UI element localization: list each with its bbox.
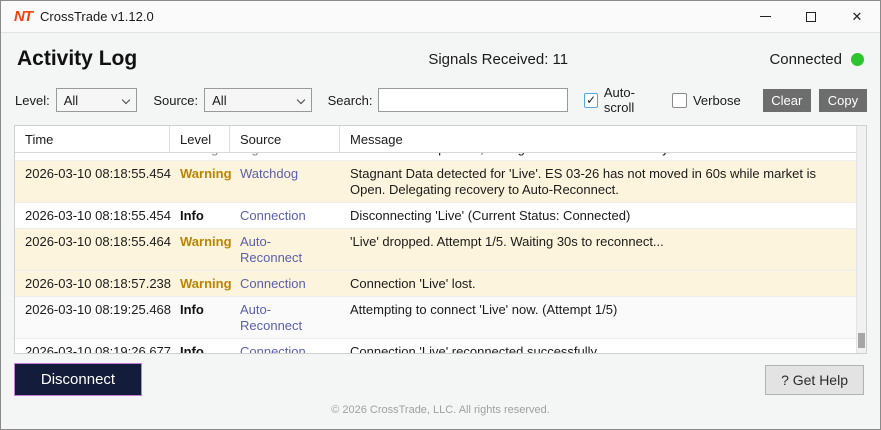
log-time: 2026-03-10 08:19:25.468 (15, 297, 170, 338)
log-rows: 2026-03-10 08:18:55.454WarningWatchdogSt… (15, 161, 866, 354)
log-message: cancellation requested, exiting Graceful… (340, 153, 866, 161)
get-help-button[interactable]: ? Get Help (765, 365, 864, 395)
log-message: Attempting to connect 'Live' now. (Attem… (340, 297, 866, 338)
activity-log-table: Time Level Source Message 2026-03-10 08:… (14, 125, 867, 354)
level-filter-value: All (64, 93, 78, 108)
chevron-down-icon (296, 96, 304, 104)
app-logo-icon: NT (14, 8, 32, 25)
status-dot-icon (851, 53, 864, 66)
verbose-label: Verbose (693, 93, 741, 108)
log-source: Signal (230, 153, 340, 161)
log-source: Connection (230, 339, 340, 354)
log-message: Disconnecting 'Live' (Current Status: Co… (340, 203, 866, 228)
log-level: Warning (170, 161, 230, 202)
log-level: Warning (170, 229, 230, 270)
search-label: Search: (328, 93, 373, 108)
log-row[interactable]: 2026-03-10 08:18:55.454InfoConnectionDis… (15, 203, 866, 229)
app-window: NT CrossTrade v1.12.0 ✕ Activity Log Sig… (0, 0, 881, 430)
log-message: Connection 'Live' lost. (340, 271, 866, 296)
copy-button[interactable]: Copy (819, 89, 867, 112)
clear-button[interactable]: Clear (763, 89, 811, 112)
log-time: 2026-03-10 08:19:26.677 (15, 339, 170, 354)
close-button[interactable]: ✕ (834, 1, 880, 33)
log-row[interactable]: 2026-03-10 08:19:25.468InfoAuto-Reconnec… (15, 297, 866, 339)
source-filter-dropdown[interactable]: All (204, 88, 312, 112)
source-filter-label: Source: (153, 93, 198, 108)
log-time: 2026-03-10 08:18:55.454 (15, 203, 170, 228)
connection-status: Connected (769, 51, 864, 68)
autoscroll-checkbox-box[interactable]: ✓ (584, 93, 597, 108)
title-bar: NT CrossTrade v1.12.0 ✕ (1, 1, 880, 33)
level-filter-label: Level: (15, 93, 50, 108)
connection-status-label: Connected (769, 51, 842, 68)
column-header-source: Source (230, 126, 340, 152)
close-icon: ✕ (852, 10, 863, 23)
maximize-icon (806, 12, 816, 22)
log-level: Info (170, 203, 230, 228)
log-level: Info (170, 339, 230, 354)
log-source: Auto-Reconnect (230, 229, 340, 270)
copyright-footer: © 2026 CrossTrade, LLC. All rights reser… (1, 396, 880, 422)
search-input[interactable] (378, 88, 568, 112)
log-row[interactable]: 2026-03-10 08:18:57.238WarningConnection… (15, 271, 866, 297)
log-message: 'Live' dropped. Attempt 1/5. Waiting 30s… (340, 229, 866, 270)
log-time: 2026-03-10 08:18:57.238 (15, 271, 170, 296)
minimize-button[interactable] (742, 1, 788, 33)
log-time: 2026-03-10 08:18:55.410 (15, 153, 170, 161)
scrollbar-thumb[interactable] (858, 333, 865, 348)
window-title: CrossTrade v1.12.0 (40, 9, 154, 24)
log-row[interactable]: 2026-03-10 08:19:26.677InfoConnectionCon… (15, 339, 866, 354)
header-strip: Activity Log Signals Received: 11 Connec… (1, 33, 880, 81)
log-message: Stagnant Data detected for 'Live'. ES 03… (340, 161, 866, 202)
maximize-button[interactable] (788, 1, 834, 33)
signals-received-counter: Signals Received: 11 (227, 51, 769, 68)
table-scrollbar[interactable] (856, 126, 866, 353)
log-time: 2026-03-10 08:18:55.464 (15, 229, 170, 270)
table-header-row: Time Level Source Message (15, 126, 866, 153)
column-header-level: Level (170, 126, 230, 152)
log-source: Watchdog (230, 161, 340, 202)
log-level: Warning (170, 271, 230, 296)
column-header-message: Message (340, 126, 866, 152)
log-level: Info (170, 297, 230, 338)
verbose-checkbox-box[interactable] (672, 93, 687, 108)
log-level: Debug (170, 153, 230, 161)
log-row[interactable]: 2026-03-10 08:18:55.464WarningAuto-Recon… (15, 229, 866, 271)
source-filter-value: All (212, 93, 226, 108)
verbose-checkbox[interactable]: Verbose (672, 93, 741, 108)
minimize-icon (760, 16, 771, 17)
log-message: Connection 'Live' reconnected successful… (340, 339, 866, 354)
log-row[interactable]: 2026-03-10 08:18:55.454WarningWatchdogSt… (15, 161, 866, 203)
log-source: Connection (230, 203, 340, 228)
bottom-bar: Disconnect ? Get Help (1, 354, 880, 396)
autoscroll-checkbox[interactable]: ✓ Auto-scroll (584, 85, 658, 115)
level-filter-dropdown[interactable]: All (56, 88, 138, 112)
chevron-down-icon (122, 96, 130, 104)
autoscroll-label: Auto-scroll (604, 85, 658, 115)
log-source: Auto-Reconnect (230, 297, 340, 338)
column-header-time: Time (15, 126, 170, 152)
disconnect-button[interactable]: Disconnect (14, 363, 142, 396)
clipped-log-row: 2026-03-10 08:18:55.410 Debug Signal can… (15, 153, 866, 161)
log-time: 2026-03-10 08:18:55.454 (15, 161, 170, 202)
log-source: Connection (230, 271, 340, 296)
filter-bar: Level: All Source: All Search: ✓ Auto-sc… (1, 81, 880, 125)
